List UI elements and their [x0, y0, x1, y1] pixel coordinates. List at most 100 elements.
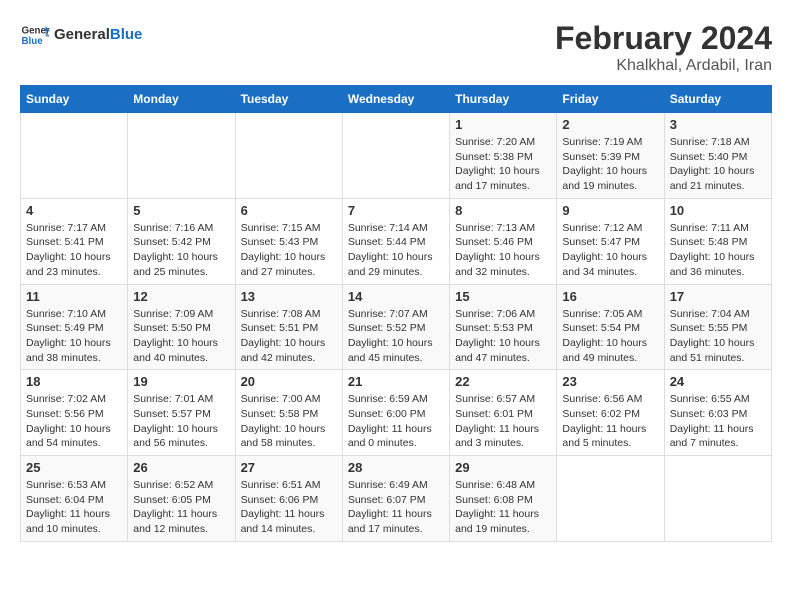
- day-number: 29: [455, 460, 551, 475]
- calendar-cell: [235, 113, 342, 199]
- calendar-cell: 27 Sunrise: 6:51 AMSunset: 6:06 PMDayligh…: [235, 456, 342, 542]
- calendar-cell: 20 Sunrise: 7:00 AMSunset: 5:58 PMDayligh…: [235, 370, 342, 456]
- day-number: 2: [562, 117, 658, 132]
- day-info: Sunrise: 7:01 AMSunset: 5:57 PMDaylight:…: [133, 392, 229, 451]
- logo-blue: Blue: [110, 26, 143, 43]
- day-number: 17: [670, 289, 766, 304]
- day-number: 18: [26, 374, 122, 389]
- day-number: 12: [133, 289, 229, 304]
- day-info: Sunrise: 7:19 AMSunset: 5:39 PMDaylight:…: [562, 135, 658, 194]
- day-number: 15: [455, 289, 551, 304]
- day-info: Sunrise: 6:59 AMSunset: 6:00 PMDaylight:…: [348, 392, 444, 451]
- calendar-week-row: 1 Sunrise: 7:20 AMSunset: 5:38 PMDaylight…: [21, 113, 772, 199]
- day-number: 14: [348, 289, 444, 304]
- calendar-cell: 19 Sunrise: 7:01 AMSunset: 5:57 PMDayligh…: [128, 370, 235, 456]
- day-number: 23: [562, 374, 658, 389]
- calendar-week-row: 4 Sunrise: 7:17 AMSunset: 5:41 PMDaylight…: [21, 198, 772, 284]
- day-number: 20: [241, 374, 337, 389]
- calendar-cell: 17 Sunrise: 7:04 AMSunset: 5:55 PMDayligh…: [664, 284, 771, 370]
- day-info: Sunrise: 6:52 AMSunset: 6:05 PMDaylight:…: [133, 478, 229, 537]
- calendar-cell: 7 Sunrise: 7:14 AMSunset: 5:44 PMDaylight…: [342, 198, 449, 284]
- calendar-cell: 6 Sunrise: 7:15 AMSunset: 5:43 PMDaylight…: [235, 198, 342, 284]
- day-info: Sunrise: 6:51 AMSunset: 6:06 PMDaylight:…: [241, 478, 337, 537]
- day-info: Sunrise: 7:12 AMSunset: 5:47 PMDaylight:…: [562, 221, 658, 280]
- day-info: Sunrise: 7:15 AMSunset: 5:43 PMDaylight:…: [241, 221, 337, 280]
- calendar-title: February 2024: [555, 20, 772, 57]
- calendar-table: SundayMondayTuesdayWednesdayThursdayFrid…: [20, 85, 772, 542]
- calendar-cell: 16 Sunrise: 7:05 AMSunset: 5:54 PMDayligh…: [557, 284, 664, 370]
- day-info: Sunrise: 7:00 AMSunset: 5:58 PMDaylight:…: [241, 392, 337, 451]
- calendar-cell: 12 Sunrise: 7:09 AMSunset: 5:50 PMDayligh…: [128, 284, 235, 370]
- calendar-week-row: 18 Sunrise: 7:02 AMSunset: 5:56 PMDayligh…: [21, 370, 772, 456]
- calendar-cell: 1 Sunrise: 7:20 AMSunset: 5:38 PMDaylight…: [450, 113, 557, 199]
- svg-text:Blue: Blue: [22, 36, 44, 47]
- weekday-header-thursday: Thursday: [450, 86, 557, 113]
- calendar-cell: [664, 456, 771, 542]
- day-number: 11: [26, 289, 122, 304]
- day-info: Sunrise: 7:14 AMSunset: 5:44 PMDaylight:…: [348, 221, 444, 280]
- day-number: 25: [26, 460, 122, 475]
- day-info: Sunrise: 7:08 AMSunset: 5:51 PMDaylight:…: [241, 307, 337, 366]
- calendar-cell: 21 Sunrise: 6:59 AMSunset: 6:00 PMDayligh…: [342, 370, 449, 456]
- day-info: Sunrise: 7:09 AMSunset: 5:50 PMDaylight:…: [133, 307, 229, 366]
- day-info: Sunrise: 7:07 AMSunset: 5:52 PMDaylight:…: [348, 307, 444, 366]
- calendar-cell: 22 Sunrise: 6:57 AMSunset: 6:01 PMDayligh…: [450, 370, 557, 456]
- calendar-week-row: 25 Sunrise: 6:53 AMSunset: 6:04 PMDayligh…: [21, 456, 772, 542]
- calendar-cell: 5Sunrise: 7:16 AMSunset: 5:42 PMDaylight…: [128, 198, 235, 284]
- logo: General Blue GeneralBlue: [20, 20, 142, 50]
- day-number: 16: [562, 289, 658, 304]
- day-info: Sunrise: 6:53 AMSunset: 6:04 PMDaylight:…: [26, 478, 122, 537]
- day-info: Sunrise: 7:20 AMSunset: 5:38 PMDaylight:…: [455, 135, 551, 194]
- logo-icon: General Blue: [20, 20, 50, 50]
- day-number: 27: [241, 460, 337, 475]
- day-number: 21: [348, 374, 444, 389]
- weekday-header-monday: Monday: [128, 86, 235, 113]
- day-number: 6: [241, 203, 337, 218]
- weekday-header-row: SundayMondayTuesdayWednesdayThursdayFrid…: [21, 86, 772, 113]
- day-number: 7: [348, 203, 444, 218]
- calendar-cell: 18 Sunrise: 7:02 AMSunset: 5:56 PMDayligh…: [21, 370, 128, 456]
- day-number: 4: [26, 203, 122, 218]
- day-number: 10: [670, 203, 766, 218]
- day-number: 9: [562, 203, 658, 218]
- calendar-cell: 11 Sunrise: 7:10 AMSunset: 5:49 PMDayligh…: [21, 284, 128, 370]
- day-number: 22: [455, 374, 551, 389]
- calendar-cell: [128, 113, 235, 199]
- day-info: Sunrise: 6:56 AMSunset: 6:02 PMDaylight:…: [562, 392, 658, 451]
- calendar-cell: 10 Sunrise: 7:11 AMSunset: 5:48 PMDayligh…: [664, 198, 771, 284]
- day-info: Sunrise: 7:06 AMSunset: 5:53 PMDaylight:…: [455, 307, 551, 366]
- calendar-cell: 4 Sunrise: 7:17 AMSunset: 5:41 PMDaylight…: [21, 198, 128, 284]
- weekday-header-wednesday: Wednesday: [342, 86, 449, 113]
- calendar-cell: 15 Sunrise: 7:06 AMSunset: 5:53 PMDayligh…: [450, 284, 557, 370]
- day-info: Sunrise: 7:16 AMSunset: 5:42 PMDaylight:…: [133, 221, 229, 280]
- day-info: Sunrise: 6:49 AMSunset: 6:07 PMDaylight:…: [348, 478, 444, 537]
- day-number: 1: [455, 117, 551, 132]
- calendar-week-row: 11 Sunrise: 7:10 AMSunset: 5:49 PMDayligh…: [21, 284, 772, 370]
- day-info: Sunrise: 7:17 AMSunset: 5:41 PMDaylight:…: [26, 221, 122, 280]
- calendar-cell: 8Sunrise: 7:13 AMSunset: 5:46 PMDaylight…: [450, 198, 557, 284]
- calendar-cell: [557, 456, 664, 542]
- day-number: 3: [670, 117, 766, 132]
- logo-general: General: [54, 26, 110, 43]
- day-info: Sunrise: 6:48 AMSunset: 6:08 PMDaylight:…: [455, 478, 551, 537]
- day-number: 19: [133, 374, 229, 389]
- weekday-header-sunday: Sunday: [21, 86, 128, 113]
- weekday-header-tuesday: Tuesday: [235, 86, 342, 113]
- day-info: Sunrise: 7:04 AMSunset: 5:55 PMDaylight:…: [670, 307, 766, 366]
- day-info: Sunrise: 7:11 AMSunset: 5:48 PMDaylight:…: [670, 221, 766, 280]
- day-info: Sunrise: 7:05 AMSunset: 5:54 PMDaylight:…: [562, 307, 658, 366]
- weekday-header-saturday: Saturday: [664, 86, 771, 113]
- day-number: 13: [241, 289, 337, 304]
- calendar-cell: 28Sunrise: 6:49 AMSunset: 6:07 PMDayligh…: [342, 456, 449, 542]
- calendar-cell: 14 Sunrise: 7:07 AMSunset: 5:52 PMDayligh…: [342, 284, 449, 370]
- calendar-cell: 24Sunrise: 6:55 AMSunset: 6:03 PMDayligh…: [664, 370, 771, 456]
- calendar-subtitle: Khalkhal, Ardabil, Iran: [555, 57, 772, 75]
- page-header: General Blue GeneralBlue February 2024 K…: [20, 20, 772, 75]
- calendar-cell: [342, 113, 449, 199]
- calendar-cell: 3Sunrise: 7:18 AMSunset: 5:40 PMDaylight…: [664, 113, 771, 199]
- day-info: Sunrise: 7:10 AMSunset: 5:49 PMDaylight:…: [26, 307, 122, 366]
- calendar-cell: [21, 113, 128, 199]
- title-block: February 2024 Khalkhal, Ardabil, Iran: [555, 20, 772, 75]
- day-info: Sunrise: 6:57 AMSunset: 6:01 PMDaylight:…: [455, 392, 551, 451]
- day-info: Sunrise: 7:02 AMSunset: 5:56 PMDaylight:…: [26, 392, 122, 451]
